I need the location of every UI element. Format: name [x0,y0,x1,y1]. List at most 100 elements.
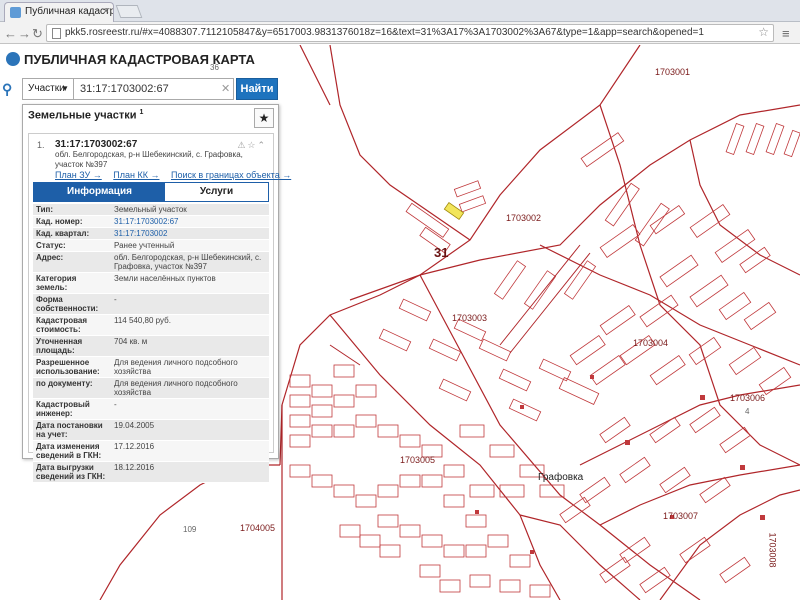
result-index: 1. [37,140,45,150]
forward-icon[interactable]: → [18,26,31,41]
tab-services[interactable]: Услуги [165,183,268,201]
attribute-value: 17.12.2016 [114,442,155,451]
quarter-label-1704005: 1704005 [240,523,276,533]
close-tab-icon[interactable]: × [103,6,109,17]
boundary-line [599,104,800,466]
app-title: ПУБЛИЧНАЯ КАДАСТРОВАЯ КАРТА [6,52,255,67]
info-tabs: Информация Услуги [33,182,269,202]
boundary-line [659,489,800,600]
attribute-key: Дата постановки на учет: [36,421,103,439]
search-input[interactable]: 31:17:1703002:67 [74,78,234,100]
address-bar-row: ← → ↻ pkk5.rosreestr.ru/#x=4088307.71121… [0,22,800,44]
reload-icon[interactable]: ↻ [32,26,43,42]
panel-header-title: Земельные участки [28,109,137,122]
district-label-31: 31 [434,245,449,260]
attribute-key: Кадастровая стоимость: [36,316,88,334]
attribute-key: Категория земель: [36,274,77,292]
search-icon[interactable]: ⚲ [2,81,16,97]
attribute-row: Кадастровая стоимость: 114 540,80 руб. [33,315,269,336]
attribute-key: Кад. номер: [36,217,83,226]
back-icon[interactable]: ← [4,26,17,41]
attribute-value: - [114,400,117,409]
attribute-key: по документу: [36,379,93,388]
boundary-line [539,244,800,366]
search-bar: ⚲ Участки ▼ 31:17:1703002:67 ✕ Найти [0,78,280,102]
quarter-label-1703001: 1703001 [655,67,691,77]
quarter-label-1703008: 1703008 [767,532,778,568]
attribute-key: Уточненная площадь: [36,337,83,355]
attribute-value: Для ведения личного подсобного хозяйства [114,358,238,376]
quarter-label-1703005: 1703005 [400,455,436,465]
attribute-key: Дата выгрузки сведений из ГКН: [36,463,106,481]
attribute-row: Дата постановки на учет: 19.04.2005 [33,420,269,441]
boundary-line [689,139,800,276]
attribute-value: Ранее учтенный [114,241,175,250]
quarter-label-1703003: 1703003 [452,313,488,323]
card-actions-icons[interactable]: ⚠☆⌃ [237,140,267,151]
tab-information[interactable]: Информация [34,183,165,201]
search-type-select[interactable]: Участки ▼ [22,78,74,100]
page-icon [52,28,61,39]
attribute-value: обл. Белгородская, р-н Шебекинский, с. Г… [114,253,262,271]
attribute-row: Кад. квартал: 31:17:1703002 [33,228,269,240]
result-cad-number[interactable]: 31:17:1703002:67 [55,139,137,150]
app-title-text: ПУБЛИЧНАЯ КАДАСТРОВАЯ КАРТА [24,52,255,67]
plan-kk-link[interactable]: План КК → [113,170,159,180]
browser-tab-bar: Публичная кадастрова × [0,0,800,22]
attributes-table: Тип: Земельный участок Кад. номер: 31:17:17… [33,204,269,483]
attribute-key: Форма собственности: [36,295,99,313]
favicon-icon [10,7,21,18]
clear-icon[interactable]: ✕ [221,82,230,95]
attribute-key: Кадастровый инженер: [36,400,90,418]
url-text: pkk5.rosreestr.ru/#x=4088307.7112105847&… [65,27,704,38]
find-button[interactable]: Найти [236,78,278,100]
plan-zu-link[interactable]: План ЗУ → [55,170,102,180]
search-in-bounds-link[interactable]: Поиск в границах объекта → [171,170,291,180]
attribute-value[interactable]: 31:17:1703002:67 [111,216,269,227]
result-links: План ЗУ → План КК → Поиск в границах объ… [55,170,300,180]
attribute-value: 114 540,80 руб. [114,316,171,325]
attribute-value: 18.12.2016 [114,463,155,472]
new-tab-button[interactable] [115,5,143,18]
attribute-row: по документу: Для ведения личного подсобн… [33,378,269,399]
attribute-value[interactable]: 31:17:1703002 [111,228,269,239]
quarter-label-1703004: 1703004 [633,338,669,348]
browser-tab[interactable]: Публичная кадастрова × [4,2,114,22]
attribute-key: Адрес: [36,253,64,262]
panel-header-count: 1 [139,109,144,116]
bookmark-star-icon[interactable]: ☆ [758,25,769,39]
parcel-label-4: 4 [745,407,750,416]
quarter-label-1703002: 1703002 [506,213,542,223]
attribute-value: 704 кв. м [114,337,148,346]
rosreestr-logo-icon [6,52,20,66]
quarter-label-1703006: 1703006 [730,393,766,403]
attribute-row: Адрес: обл. Белгородская, р-н Шебекинский… [33,252,269,273]
attribute-row: Статус: Ранее учтенный [33,240,269,252]
attribute-row: Кад. номер: 31:17:1703002:67 [33,216,269,228]
attribute-key: Дата изменения сведений в ГКН: [36,442,102,460]
attribute-row: Разрешенное использование: Для ведения ли… [33,357,269,378]
attribute-key: Разрешенное использование: [36,358,100,376]
tab-title: Публичная кадастрова [25,6,113,17]
attribute-row: Тип: Земельный участок [33,204,269,216]
quarter-label-1703007: 1703007 [663,511,699,521]
parcel-card: 1. 31:17:1703002:67 обл. Белгородская, р… [28,133,291,483]
attribute-value: - [114,295,117,304]
menu-icon[interactable]: ≡ [782,26,794,41]
result-address: обл. Белгородская, р-н Шебекинский, с. Г… [55,150,243,169]
attribute-key: Тип: [36,205,53,214]
attribute-row: Кадастровый инженер: - [33,399,269,420]
attribute-key: Кад. квартал: [36,229,90,238]
attribute-row: Форма собственности: - [33,294,269,315]
url-input[interactable]: pkk5.rosreestr.ru/#x=4088307.7112105847&… [46,24,774,42]
parcel-label-109: 109 [183,525,197,534]
attribute-value: Земли населённых пунктов [114,274,216,283]
town-label-grafovka: Графовка [538,472,584,483]
chevron-down-icon: ▼ [61,84,69,93]
favorites-star-button[interactable]: ★ [254,108,274,128]
selected-parcel-highlight[interactable] [443,202,465,220]
attribute-value: 19.04.2005 [114,421,155,430]
attribute-key: Статус: [36,241,66,250]
attribute-row: Дата выгрузки сведений из ГКН: 18.12.2016 [33,462,269,483]
boundary-line [419,274,701,600]
